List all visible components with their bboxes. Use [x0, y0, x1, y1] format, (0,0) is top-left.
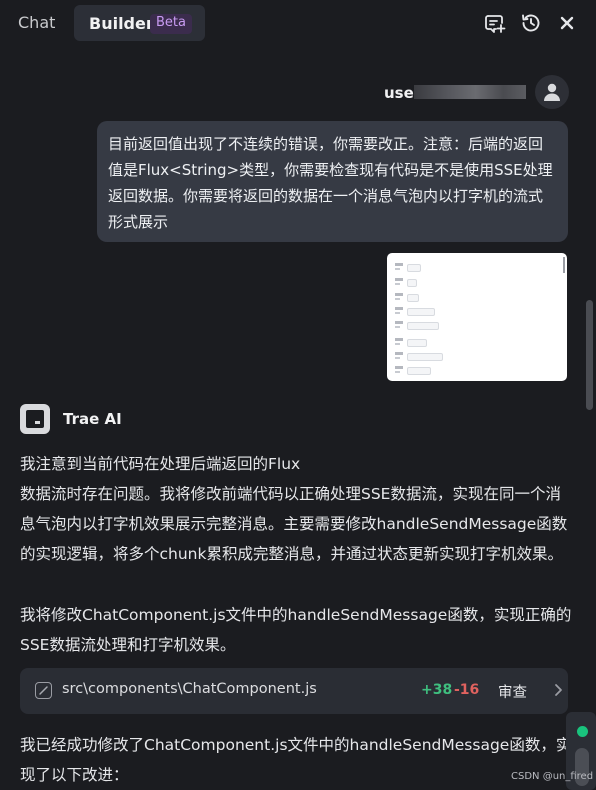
- avatar: [535, 75, 569, 109]
- lines-added: +38: [421, 682, 453, 698]
- new-chat-icon[interactable]: [484, 12, 506, 34]
- trae-logo-icon: [20, 404, 50, 434]
- user-icon: [544, 83, 560, 101]
- assistant-paragraph: 我将修改ChatComponent.js文件中的handleSendMessag…: [20, 600, 572, 660]
- assistant-paragraph-text: 我注意到当前代码在处理后端返回的Flux 数据流时存在问题。我将修改前端代码以正…: [20, 455, 568, 563]
- tab-chat[interactable]: Chat: [18, 13, 55, 32]
- lines-deleted: -16: [454, 682, 480, 698]
- edit-icon: [35, 682, 52, 699]
- status-dot: [577, 726, 588, 737]
- review-button[interactable]: 审查: [498, 681, 527, 702]
- tab-builder-label: Builder: [89, 14, 154, 33]
- beta-badge: Beta: [150, 14, 192, 34]
- history-icon[interactable]: [520, 12, 542, 34]
- assistant-paragraph-text: 我将修改ChatComponent.js文件中的handleSendMessag…: [20, 606, 572, 654]
- attached-image-thumbnail[interactable]: [387, 253, 567, 381]
- assistant-paragraph-text: 我已经成功修改了ChatComponent.js文件中的handleSendMe…: [20, 736, 572, 784]
- chevron-right-icon[interactable]: [552, 683, 564, 697]
- user-message-bubble: 目前返回值出现了不连续的错误，你需要改正。注意：后端的返回值是Flux<Stri…: [97, 121, 568, 242]
- tab-builder[interactable]: Builder Beta: [74, 5, 205, 41]
- assistant-paragraph: 我注意到当前代码在处理后端返回的Flux 数据流时存在问题。我将修改前端代码以正…: [20, 449, 572, 569]
- file-path[interactable]: src\components\ChatComponent.js: [62, 681, 317, 697]
- watermark: CSDN @un_fired: [511, 771, 594, 782]
- file-change-card[interactable]: src\components\ChatComponent.js +38 -16 …: [20, 668, 568, 714]
- close-icon[interactable]: [556, 12, 578, 34]
- user-name-redaction: [414, 85, 526, 99]
- chat-panel: Chat Builder Beta user 目前返回值出现了不连续的错误，你需…: [0, 0, 596, 790]
- thumbnail-scrollbar: [563, 257, 565, 273]
- panel-header: Chat Builder Beta: [0, 0, 596, 46]
- assistant-paragraph: 我已经成功修改了ChatComponent.js文件中的handleSendMe…: [20, 730, 572, 790]
- assistant-name: Trae AI: [63, 410, 122, 428]
- scrollbar-thumb[interactable]: [586, 300, 593, 410]
